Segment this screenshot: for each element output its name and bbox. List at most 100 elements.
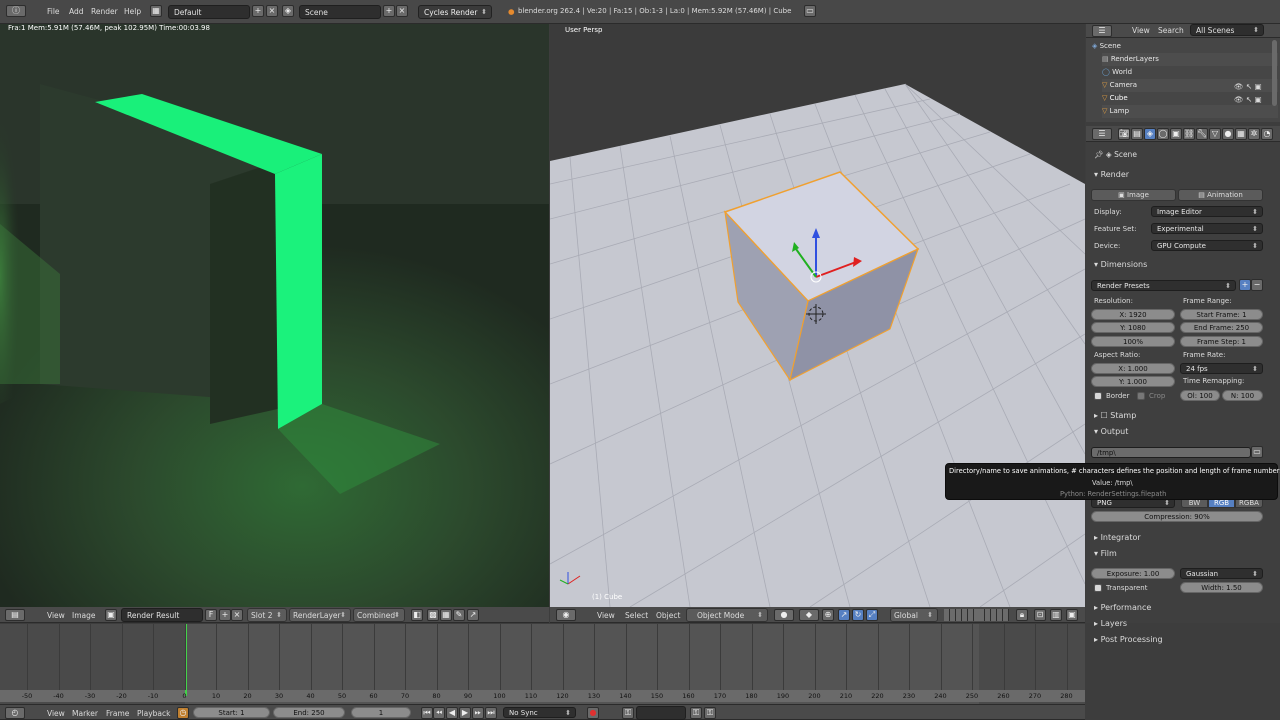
- viewport-menu-select[interactable]: Select: [625, 611, 648, 620]
- mode-select[interactable]: Object Mode ⬍: [686, 608, 768, 622]
- viewport-3d[interactable]: User Persp (1) Cube: [550, 24, 1085, 607]
- remap-new-field[interactable]: N: 100: [1222, 390, 1263, 401]
- image-name-field[interactable]: Render Result: [121, 608, 203, 622]
- render-engine-select[interactable]: Cycles Render ⬍: [418, 5, 492, 19]
- physics-tab-icon[interactable]: ◔: [1261, 128, 1273, 140]
- image-editor-type-icon[interactable]: ▤: [5, 609, 25, 621]
- play-reverse-icon[interactable]: ◀: [446, 707, 458, 719]
- layer-buttons-2[interactable]: [979, 609, 1009, 621]
- timeline-menu-playback[interactable]: Playback: [137, 709, 170, 718]
- screen-layout-field[interactable]: Default: [168, 5, 250, 19]
- scale-icon[interactable]: ⤢: [866, 609, 878, 621]
- aspect-y-field[interactable]: Y: 1.000: [1091, 376, 1175, 387]
- material-tab-icon[interactable]: ●: [1222, 128, 1234, 140]
- pivot-icon[interactable]: ◆: [799, 609, 819, 621]
- opengl-render-icon[interactable]: ▣: [1066, 609, 1078, 621]
- integrator-section-header[interactable]: ▸ Integrator: [1094, 533, 1141, 542]
- render-preview-icon[interactable]: ▥: [1050, 609, 1062, 621]
- start-frame-timeline-field[interactable]: Start: 1: [193, 707, 270, 718]
- render-tab-icon[interactable]: 📷︎: [1118, 128, 1130, 140]
- add-scene-icon[interactable]: +: [383, 5, 395, 17]
- feature-set-select[interactable]: Experimental ⬍: [1151, 223, 1263, 234]
- preview-range-icon[interactable]: ◷: [177, 707, 189, 719]
- post-processing-section-header[interactable]: ▸ Post Processing: [1094, 635, 1163, 644]
- shading-icon[interactable]: ●: [774, 609, 794, 621]
- stamp-section-header[interactable]: ▸ ☐ Stamp: [1094, 411, 1136, 420]
- scene-icon[interactable]: ◈: [282, 5, 294, 17]
- output-section-header[interactable]: ▾ Output: [1094, 427, 1128, 436]
- outliner-scrollbar[interactable]: [1272, 40, 1277, 106]
- render-presets-select[interactable]: Render Presets ⬍: [1091, 280, 1236, 291]
- exposure-field[interactable]: Exposure: 1.00: [1091, 568, 1175, 579]
- keying-set-field[interactable]: [636, 706, 686, 720]
- menu-help[interactable]: Help: [124, 7, 141, 16]
- data-tab-icon[interactable]: ▽: [1209, 128, 1221, 140]
- modifiers-tab-icon[interactable]: 🔧︎: [1196, 128, 1208, 140]
- scene-field[interactable]: Scene: [299, 5, 381, 19]
- outliner-row-renderlayers[interactable]: ▤ RenderLayers: [1102, 53, 1278, 66]
- output-path-field[interactable]: /tmp\: [1091, 447, 1251, 458]
- image-menu-image[interactable]: Image: [72, 611, 96, 620]
- rotate-icon[interactable]: ↻: [852, 609, 864, 621]
- screenshot-icon[interactable]: ▭: [804, 5, 816, 17]
- timeline-menu-view[interactable]: View: [47, 709, 65, 718]
- keying-set-icon[interactable]: ⚿: [622, 707, 634, 719]
- timeline-menu-marker[interactable]: Marker: [72, 709, 98, 718]
- current-frame-field[interactable]: 1: [351, 707, 411, 718]
- viewport-menu-object[interactable]: Object: [656, 611, 680, 620]
- outliner-row-lamp[interactable]: ▽ Lamp: [1102, 105, 1278, 118]
- resolution-x-field[interactable]: X: 1920: [1091, 309, 1175, 320]
- aspect-x-field[interactable]: X: 1.000: [1091, 363, 1175, 374]
- next-keyframe-icon[interactable]: ⏩︎: [472, 707, 484, 719]
- viewport-menu-view[interactable]: View: [597, 611, 615, 620]
- play-icon[interactable]: ▶: [459, 707, 471, 719]
- constraints-tab-icon[interactable]: ⛓︎: [1183, 128, 1195, 140]
- outliner-filter-select[interactable]: All Scenes ⬍: [1190, 24, 1264, 36]
- end-frame-timeline-field[interactable]: End: 250: [273, 707, 345, 718]
- texture-tab-icon[interactable]: ▦: [1235, 128, 1247, 140]
- translate-icon[interactable]: ↗: [838, 609, 850, 621]
- checker-icon[interactable]: ▩: [427, 609, 439, 621]
- image-browse-icon[interactable]: ▣: [105, 609, 117, 621]
- dimensions-section-header[interactable]: ▾ Dimensions: [1094, 260, 1147, 269]
- filter-width-field[interactable]: Width: 1.50: [1180, 582, 1263, 593]
- link-icon[interactable]: ↗: [467, 609, 479, 621]
- outliner-row-world[interactable]: ◯ World: [1102, 66, 1278, 79]
- render-pass-select[interactable]: Combined ⬍: [353, 608, 405, 622]
- end-frame-field[interactable]: End Frame: 250: [1180, 322, 1263, 333]
- viewport-type-icon[interactable]: ◉: [556, 609, 576, 621]
- image-fake-user-icon[interactable]: F: [205, 609, 217, 621]
- image-close-icon[interactable]: ×: [231, 609, 243, 621]
- resolution-y-field[interactable]: Y: 1080: [1091, 322, 1175, 333]
- particles-tab-icon[interactable]: ✲: [1248, 128, 1260, 140]
- remove-layout-icon[interactable]: ×: [266, 5, 278, 17]
- editor-type-icon[interactable]: ⓘ: [6, 5, 26, 17]
- camera-visibility-icon[interactable]: 👁︎ ↖ ▣: [1234, 82, 1262, 91]
- slot-select[interactable]: Slot 2 ⬍: [247, 608, 287, 622]
- prev-keyframe-icon[interactable]: ⏪︎: [433, 707, 445, 719]
- outliner[interactable]: ◈ Scene ▤ RenderLayers ◯ World ▽ Camera …: [1086, 38, 1280, 122]
- filter-type-select[interactable]: Gaussian ⬍: [1180, 568, 1263, 579]
- remap-old-field[interactable]: Ol: 100: [1180, 390, 1220, 401]
- lock-icon[interactable]: 🔒︎: [1016, 609, 1028, 621]
- add-layout-icon[interactable]: +: [252, 5, 264, 17]
- render-result-view[interactable]: Fra:1 Mem:5.91M (57.46M, peak 102.95M) T…: [0, 24, 549, 607]
- layers-tab-icon[interactable]: ▤: [1131, 128, 1143, 140]
- border-checkbox[interactable]: [1094, 392, 1102, 400]
- timeline[interactable]: [0, 624, 1085, 704]
- resolution-percent-field[interactable]: 100%: [1091, 336, 1175, 347]
- snap-icon[interactable]: ⊡: [1034, 609, 1046, 621]
- crop-checkbox[interactable]: [1137, 392, 1145, 400]
- image-new-icon[interactable]: +: [219, 609, 231, 621]
- object-tab-icon[interactable]: ▣: [1170, 128, 1182, 140]
- display-select[interactable]: Image Editor ⬍: [1151, 206, 1263, 217]
- menu-render[interactable]: Render: [91, 7, 118, 16]
- timeline-type-icon[interactable]: ◴: [5, 707, 25, 719]
- render-animation-button[interactable]: ▤ Animation: [1178, 189, 1263, 201]
- image-menu-view[interactable]: View: [47, 611, 65, 620]
- performance-section-header[interactable]: ▸ Performance: [1094, 603, 1151, 612]
- channels-icon[interactable]: ▦: [440, 609, 452, 621]
- remove-scene-icon[interactable]: ×: [396, 5, 408, 17]
- file-browse-icon[interactable]: ▭: [1251, 446, 1263, 458]
- compression-slider[interactable]: Compression: 90%: [1091, 511, 1263, 522]
